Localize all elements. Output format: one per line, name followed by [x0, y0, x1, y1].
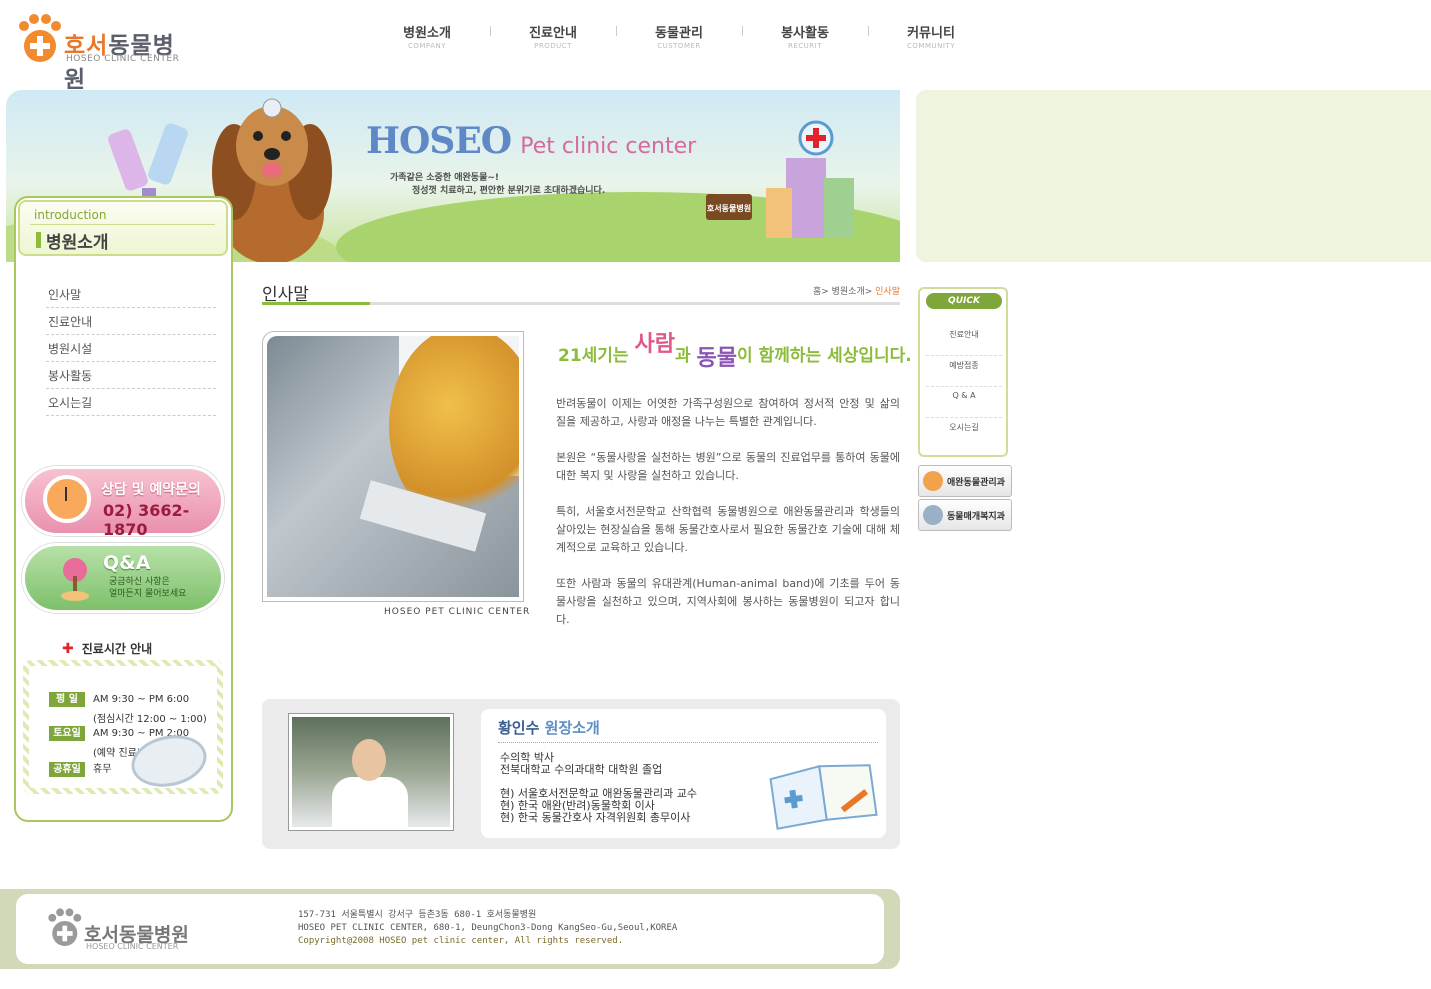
reservation-banner[interactable]: 상담 및 예약문의 02) 3662-1870	[22, 466, 224, 539]
breadcrumb: 홈> 병원소개> 인사말	[812, 287, 900, 297]
gnb-label: 동물관리	[655, 26, 703, 41]
banner-title-sub: Pet clinic center	[520, 134, 697, 159]
qa-title: Q&A	[103, 552, 151, 574]
gnb-divider	[616, 26, 617, 36]
quick-item-vaccination[interactable]: 예방접종	[926, 356, 1002, 387]
red-cross-icon: ✚	[62, 641, 74, 657]
sidebar-item-facility[interactable]: 병원시설	[46, 335, 216, 362]
sidebar-item-volunteer[interactable]: 봉사활동	[46, 362, 216, 389]
sidebar-item-directions[interactable]: 오시는길	[46, 389, 216, 416]
global-nav: 병원소개 COMPANY 진료안내 PRODUCT 동물관리 CUSTOMER …	[364, 22, 994, 52]
dog-icon	[923, 471, 943, 491]
banner-title-main: HOSEO	[366, 120, 512, 162]
site-logo[interactable]: 호서동물병원 HOSEO CLINIC CENTER	[16, 14, 186, 93]
hospital-building-illustration: 호서동물병원	[706, 120, 854, 238]
gnb-divider	[742, 26, 743, 36]
footer-copyright: Copyright@2008 HOSEO pet clinic center, …	[298, 936, 624, 946]
banner-side-panel	[916, 90, 1431, 262]
banner-copy-line2: 정성껏 치료하고, 편안한 분위기로 초대하겠습니다.	[412, 186, 606, 196]
photo-caption: HOSEO PET CLINIC CENTER	[384, 607, 531, 617]
gnb-sublabel: RECURIT	[787, 42, 822, 50]
footer-logo-subtitle: HOSEO CLINIC CENTER	[86, 942, 179, 951]
footer-info: 157-731 서울특별시 강서구 등촌3동 680-1 호서동물병원 HOSE…	[298, 909, 677, 948]
gnb-divider	[490, 26, 491, 36]
footer-address-en: HOSEO PET CLINIC CENTER, 680-1, DeungCho…	[298, 923, 678, 933]
director-profile: 수의학 박사 전북대학교 수의과대학 대학원 졸업 현) 서울호서전문학교 애완…	[500, 751, 697, 824]
building-photo	[262, 331, 524, 602]
sidebar-item-greeting[interactable]: 인사말	[46, 281, 216, 308]
slogan: 21세기는 사람과 동물이 함께하는 세상입니다.	[558, 332, 912, 371]
paragraph: 특히, 서울호서전문학교 산학협력 동물병원으로 애완동물관리과 학생들의 살아…	[556, 505, 900, 554]
gnb-item-community[interactable]: 커뮤니티 COMMUNITY	[868, 22, 994, 52]
gnb-sublabel: CUSTOMER	[657, 42, 701, 50]
footer-address-ko: 157-731 서울특별시 강서구 등촌3동 680-1 호서동물병원	[298, 910, 537, 920]
hospital-sign-text: 호서동물병원	[707, 203, 751, 213]
quick-item-guide[interactable]: 진료안내	[926, 325, 1002, 356]
director-heading: 황인수 원장소개	[498, 719, 600, 737]
gnb-label: 커뮤니티	[907, 26, 955, 41]
divider	[498, 742, 878, 743]
sidebar-item-guide[interactable]: 진료안내	[46, 308, 216, 335]
reservation-phone: 02) 3662-1870	[103, 501, 190, 539]
hours-title: ✚ 진료시간 안내	[62, 641, 153, 657]
sidebar-menu: 인사말 진료안내 병원시설 봉사활동 오시는길	[46, 281, 216, 416]
banner-title: HOSEO Pet clinic center	[366, 120, 696, 162]
gnb-label: 봉사활동	[781, 26, 829, 41]
gnb-divider	[868, 26, 869, 36]
hours-saturday-note: (예약 진료)	[93, 748, 141, 759]
qa-banner[interactable]: Q&A 궁금하신 사항은 얼마든지 물어보세요	[22, 543, 224, 613]
quick-item-directions[interactable]: 오시는길	[926, 418, 1002, 449]
bullet-bar	[36, 232, 41, 248]
breadcrumb-current: 인사말	[875, 287, 900, 297]
button-label: 동물매개복지과	[947, 512, 1005, 522]
paragraph: 본원은 “동물사랑을 실천하는 병원”으로 동물의 진료업무를 통하여 동물에 …	[556, 451, 900, 482]
paragraph: 반려동물이 이제는 어엿한 가족구성원으로 참여하여 정서적 안정 및 삶의 질…	[556, 397, 900, 428]
gnb-label: 진료안내	[529, 26, 577, 41]
gnb-item-customer[interactable]: 동물관리 CUSTOMER	[616, 22, 742, 52]
hours-weekday: 평 일 AM 9:30 ~ PM 6:00	[49, 692, 189, 707]
sidebar-header-title: 병원소개	[46, 233, 109, 253]
greeting-text: 반려동물이 이제는 어엿한 가족구성원으로 참여하여 정서적 안정 및 삶의 질…	[556, 395, 900, 647]
logo-subtitle: HOSEO CLINIC CENTER	[66, 54, 180, 64]
button-label: 애완동물관리과	[947, 478, 1005, 488]
reservation-label: 상담 및 예약문의	[101, 482, 201, 498]
breadcrumb-section[interactable]: 병원소개	[832, 287, 865, 297]
banner-copy-line1: 가족같은 소중한 애완동물~!	[390, 173, 499, 183]
quick-menu: QUICK 진료안내 예방접종 Q & A 오시는길	[918, 287, 1008, 457]
gnb-item-product[interactable]: 진료안내 PRODUCT	[490, 22, 616, 52]
gnb-item-company[interactable]: 병원소개 COMPANY	[364, 22, 490, 52]
animal-welfare-dept-button[interactable]: 동물매개복지과	[918, 499, 1012, 531]
tree-icon	[61, 558, 89, 601]
hours-box: 평 일 AM 9:30 ~ PM 6:00 (점심시간 12:00 ~ 1:00)…	[23, 660, 223, 794]
gnb-label: 병원소개	[403, 26, 451, 41]
sidebar-header: introduction 병원소개	[18, 200, 228, 256]
hours-holiday: 공휴일 휴무	[49, 760, 111, 777]
sidebar-header-en: introduction	[34, 208, 107, 222]
gnb-sublabel: COMMUNITY	[907, 42, 955, 50]
paw-cross-icon	[19, 14, 61, 62]
director-photo	[288, 713, 454, 831]
gnb-item-recruit[interactable]: 봉사활동 RECURIT	[742, 22, 868, 52]
qa-text: 궁금하신 사항은 얼마든지 물어보세요	[109, 577, 187, 599]
paragraph: 또한 사람과 동물의 유대관계(Human-animal band)에 기초를 …	[556, 577, 900, 626]
breadcrumb-home[interactable]: 홈	[813, 287, 821, 297]
quick-menu-title: QUICK	[926, 293, 1002, 309]
quick-item-qa[interactable]: Q & A	[926, 387, 1002, 418]
gnb-sublabel: COMPANY	[407, 42, 446, 50]
gnb-sublabel: PRODUCT	[534, 42, 572, 50]
paw-cross-icon	[48, 908, 82, 946]
divider	[30, 224, 215, 225]
syringe-illustration	[108, 123, 188, 208]
puppy-icon	[923, 505, 943, 525]
hours-lunch: (점심시간 12:00 ~ 1:00)	[93, 714, 207, 725]
pet-management-dept-button[interactable]: 애완동물관리과	[918, 465, 1012, 497]
title-underline	[262, 302, 900, 305]
clock-icon	[43, 475, 91, 523]
